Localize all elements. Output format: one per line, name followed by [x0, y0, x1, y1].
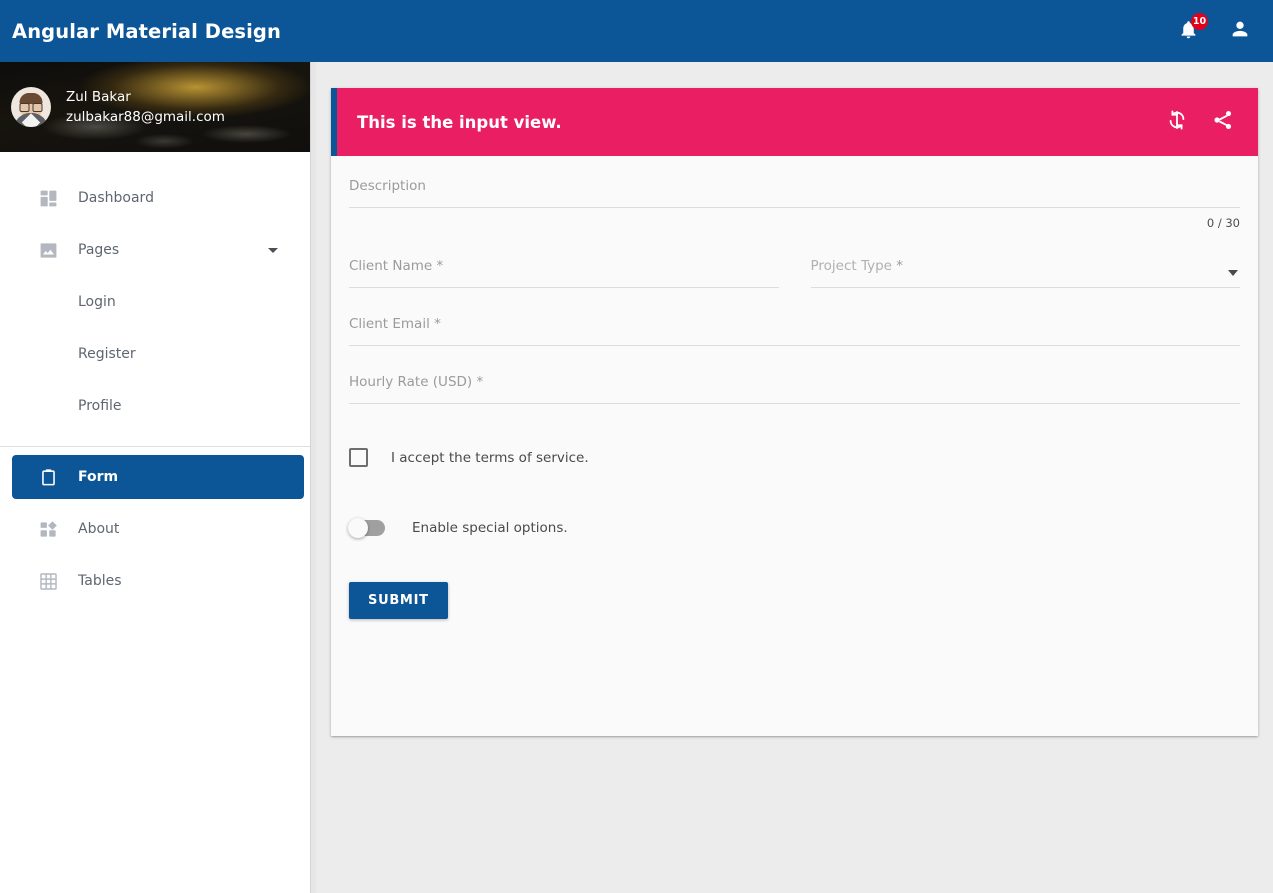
account-button[interactable] — [1225, 16, 1255, 46]
special-options-label: Enable special options. — [412, 520, 568, 536]
chevron-down-icon[interactable] — [268, 248, 278, 253]
sidebar-item-register[interactable]: Register — [12, 332, 304, 376]
sidebar-item-label: Login — [78, 294, 116, 310]
user-name: Zul Bakar — [66, 87, 225, 107]
special-options-toggle[interactable] — [349, 520, 385, 536]
description-field[interactable]: Description — [349, 178, 1240, 208]
client-name-field[interactable]: Client Name * — [349, 258, 779, 288]
client-name-label-text: Client Name — [349, 258, 432, 274]
card-title: This is the input view. — [357, 113, 562, 132]
sidebar-item-dashboard[interactable]: Dashboard — [12, 176, 304, 220]
top-app-bar: Angular Material Design 10 — [0, 0, 1273, 62]
notification-badge: 10 — [1191, 13, 1208, 30]
chevron-down-icon[interactable] — [1228, 270, 1238, 276]
sidebar-item-label: About — [78, 521, 119, 537]
project-type-select[interactable]: Project Type * — [811, 258, 1241, 288]
hourly-rate-label: Hourly Rate (USD) * — [349, 374, 1240, 390]
client-name-col: Client Name * — [349, 258, 779, 288]
sidebar: Zul Bakar zulbakar88@gmail.com Dashboard — [0, 62, 316, 893]
user-email: zulbakar88@gmail.com — [66, 107, 225, 127]
name-type-row: Client Name * Project Type * — [349, 258, 1240, 288]
submit-row: SUBMIT — [349, 582, 1240, 619]
toggle-knob — [348, 518, 368, 538]
description-label: Description — [349, 178, 1240, 194]
client-name-underline — [349, 287, 779, 288]
description-underline — [349, 207, 1240, 208]
hourly-rate-field[interactable]: Hourly Rate (USD) * — [349, 374, 1240, 404]
card-body: Description 0 / 30 Client Name * — [331, 156, 1258, 619]
sidebar-user-block: Zul Bakar zulbakar88@gmail.com — [0, 62, 316, 152]
clipboard-icon — [37, 466, 59, 488]
sidebar-item-login[interactable]: Login — [12, 280, 304, 324]
client-name-label: Client Name * — [349, 258, 779, 274]
share-icon[interactable] — [1212, 109, 1234, 135]
sidebar-item-form[interactable]: Form — [12, 455, 304, 499]
image-icon — [37, 239, 59, 261]
card-actions — [1166, 109, 1234, 135]
card-header: This is the input view. — [331, 88, 1258, 156]
project-type-label: Project Type * — [811, 258, 1241, 274]
client-email-col: Client Email * — [349, 316, 1240, 346]
terms-checkbox-row[interactable]: I accept the terms of service. — [349, 448, 1240, 467]
client-name-required-marker: * — [437, 258, 444, 274]
avatar — [11, 87, 51, 127]
person-icon — [1229, 18, 1251, 44]
client-email-required-marker: * — [434, 316, 441, 332]
sidebar-divider — [0, 446, 316, 447]
hourly-rate-required-marker: * — [476, 374, 483, 390]
sidebar-item-about[interactable]: About — [12, 507, 304, 551]
sidebar-item-label: Profile — [78, 398, 122, 414]
dashboard-icon — [37, 187, 59, 209]
sidebar-nav: Dashboard Pages Login Register Profile — [0, 152, 316, 603]
app-title: Angular Material Design — [12, 20, 281, 43]
client-email-label: Client Email * — [349, 316, 1240, 332]
sidebar-item-pages[interactable]: Pages — [12, 228, 304, 272]
sidebar-item-tables[interactable]: Tables — [12, 559, 304, 603]
description-counter: 0 / 30 — [1207, 216, 1240, 230]
sidebar-item-label: Dashboard — [78, 190, 154, 206]
sidebar-item-label: Pages — [78, 242, 119, 258]
hourly-rate-col: Hourly Rate (USD) * — [349, 374, 1240, 404]
project-type-col: Project Type * — [811, 258, 1241, 288]
refresh-icon[interactable] — [1166, 109, 1188, 135]
client-email-underline — [349, 345, 1240, 346]
terms-checkbox[interactable] — [349, 448, 368, 467]
hourly-rate-underline — [349, 403, 1240, 404]
project-type-required-marker: * — [896, 258, 903, 274]
sidebar-item-label: Form — [78, 469, 118, 485]
hourly-rate-row: Hourly Rate (USD) * — [349, 374, 1240, 404]
client-email-label-text: Client Email — [349, 316, 430, 332]
appbar-actions: 10 — [1173, 16, 1255, 46]
project-type-label-text: Project Type — [811, 258, 893, 274]
main-content: This is the input view. — [316, 62, 1273, 893]
project-type-underline — [811, 287, 1241, 288]
form-card: This is the input view. — [331, 88, 1258, 736]
client-email-row: Client Email * — [349, 316, 1240, 346]
category-icon — [37, 518, 59, 540]
sidebar-item-label: Register — [78, 346, 136, 362]
notifications-button[interactable]: 10 — [1173, 16, 1203, 46]
sidebar-user-text: Zul Bakar zulbakar88@gmail.com — [66, 87, 225, 127]
sidebar-item-profile[interactable]: Profile — [12, 384, 304, 428]
client-email-field[interactable]: Client Email * — [349, 316, 1240, 346]
sidebar-item-label: Tables — [78, 573, 122, 589]
hourly-rate-label-text: Hourly Rate (USD) — [349, 374, 472, 390]
special-options-toggle-row[interactable]: Enable special options. — [349, 520, 1240, 536]
description-hint-row: 0 / 30 — [349, 216, 1240, 230]
grid-icon — [37, 570, 59, 592]
submit-button[interactable]: SUBMIT — [349, 582, 448, 619]
avatar-glasses — [20, 103, 43, 110]
terms-checkbox-label: I accept the terms of service. — [391, 450, 589, 466]
sidebar-user-header[interactable]: Zul Bakar zulbakar88@gmail.com — [0, 62, 316, 152]
